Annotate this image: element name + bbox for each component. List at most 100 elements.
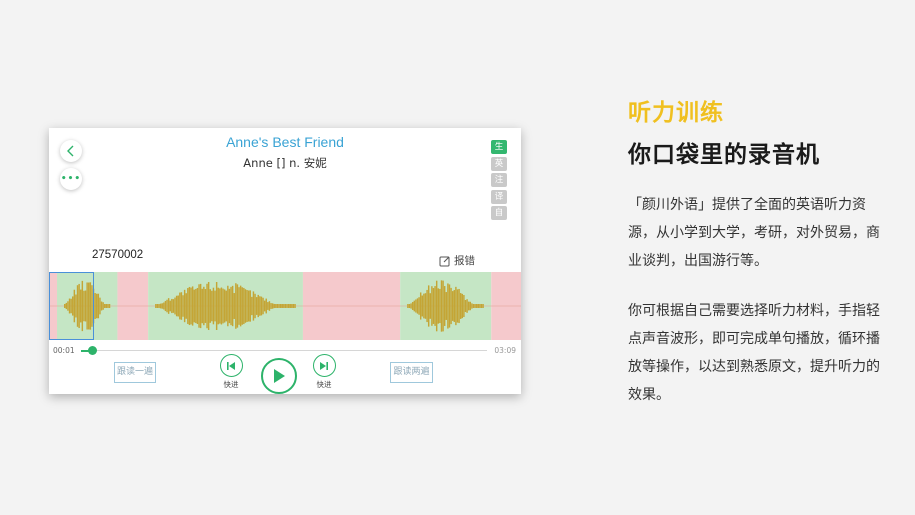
wave-bar: [167, 298, 170, 314]
wave-bar: [411, 301, 414, 311]
wave-bar: [260, 296, 263, 316]
wave-bar: [424, 293, 427, 319]
wave-bar: [283, 304, 285, 308]
wave-bar: [418, 297, 420, 315]
side-tab-1[interactable]: 英: [491, 156, 507, 171]
wave-bar: [227, 285, 229, 327]
wave-bar: [467, 301, 470, 311]
wave-bar: [421, 295, 424, 317]
wave-bar: [289, 304, 291, 308]
edit-icon: [439, 256, 450, 266]
waveform[interactable]: [49, 272, 521, 340]
wave-bar: [455, 286, 457, 326]
wave-bar: [169, 300, 171, 312]
wave-bar: [158, 304, 160, 308]
wave-bar: [273, 303, 275, 309]
wave-bar: [435, 280, 438, 332]
wave-bar: [155, 304, 157, 308]
wave-bar: [442, 280, 444, 332]
wave-bar: [156, 304, 159, 308]
wave-bar: [97, 293, 100, 319]
wave-bar: [223, 289, 226, 323]
more-button[interactable]: •••: [60, 168, 82, 190]
wave-bar: [265, 298, 267, 314]
current-time: 00:01: [53, 346, 75, 355]
wave-bar: [259, 296, 261, 316]
wave-bar: [263, 300, 266, 312]
side-tabs: 生英注译自: [491, 140, 508, 223]
wave-bar: [206, 283, 208, 329]
wave-bar: [163, 302, 165, 310]
wave-bar: [166, 299, 168, 313]
wave-bar: [432, 288, 435, 324]
follow-twice-button[interactable]: 跟读两遍: [390, 362, 433, 383]
skip-back-icon: [227, 361, 235, 370]
wave-bar: [255, 297, 258, 315]
wave-bar: [251, 296, 253, 316]
rewind-button[interactable]: 快进: [217, 354, 245, 390]
wave-bar: [267, 302, 269, 310]
wave-bar: [188, 286, 191, 326]
wave-bar: [171, 298, 173, 314]
wave-bar: [211, 290, 213, 322]
wave-bar: [450, 287, 452, 325]
wave-bar: [209, 289, 211, 323]
wave-bar: [190, 287, 192, 325]
wave-bar: [72, 296, 74, 316]
wave-bar: [469, 301, 472, 311]
wave-bar: [419, 292, 422, 320]
wave-bar: [236, 284, 239, 328]
wave-bar: [482, 304, 484, 308]
wave-bar: [65, 302, 68, 310]
wave-bar: [107, 304, 109, 308]
side-tab-4[interactable]: 自: [491, 206, 507, 221]
progress-knob[interactable]: [87, 346, 97, 355]
app-screenshot: ••• Anne's Best Friend Anne [] n. 安妮 生英注…: [49, 128, 521, 394]
wave-bar: [459, 293, 462, 319]
wave-bar: [159, 303, 162, 309]
wave-bar: [91, 285, 93, 327]
wave-bar: [212, 287, 215, 325]
wave-bar: [443, 286, 446, 326]
wave-bar: [196, 287, 199, 325]
wave-bar: [104, 304, 106, 308]
wave-bar: [243, 287, 245, 325]
wave-bar: [207, 281, 210, 331]
wave-bar: [471, 303, 473, 309]
wave-bar: [191, 286, 194, 326]
wave-bar: [175, 295, 178, 317]
wave-bar: [214, 290, 216, 322]
wave-bar: [222, 288, 224, 324]
wave-bar: [434, 286, 436, 326]
wave-bar: [294, 304, 296, 308]
vocab-line: Anne [] n. 安妮: [243, 156, 327, 170]
follow-once-button[interactable]: 跟读一遍: [114, 362, 156, 383]
wave-bar: [219, 288, 221, 324]
report-error-button[interactable]: 报错: [439, 253, 475, 268]
wave-bar: [284, 304, 287, 308]
promo-headline: 你口袋里的录音机: [628, 142, 820, 168]
wave-bar: [231, 285, 234, 327]
wave-bar: [217, 287, 219, 325]
progress-track[interactable]: [81, 350, 487, 351]
wave-bar: [281, 304, 283, 308]
wave-bar: [73, 289, 76, 323]
wave-bar: [480, 304, 483, 308]
wave-bar: [437, 288, 440, 324]
side-tab-2[interactable]: 注: [491, 173, 507, 188]
play-button[interactable]: [261, 358, 297, 394]
side-tab-0[interactable]: 生: [491, 140, 507, 154]
wave-bar: [466, 299, 468, 313]
wave-bar: [453, 290, 456, 322]
wave-bar: [68, 298, 71, 314]
wave-bar: [249, 290, 251, 322]
promo-paragraph-1: 「颜川外语」提供了全面的英语听力资源，从小学到大学，考研，对外贸易，商业谈判，出…: [628, 197, 880, 269]
wave-bar: [86, 282, 88, 330]
side-tab-3[interactable]: 译: [491, 189, 507, 204]
play-icon: [274, 369, 285, 383]
wave-bar: [479, 304, 481, 308]
wave-bar: [235, 283, 237, 329]
wave-bar: [286, 304, 288, 308]
forward-button[interactable]: 快进: [310, 354, 338, 390]
wave-bar: [257, 294, 259, 318]
